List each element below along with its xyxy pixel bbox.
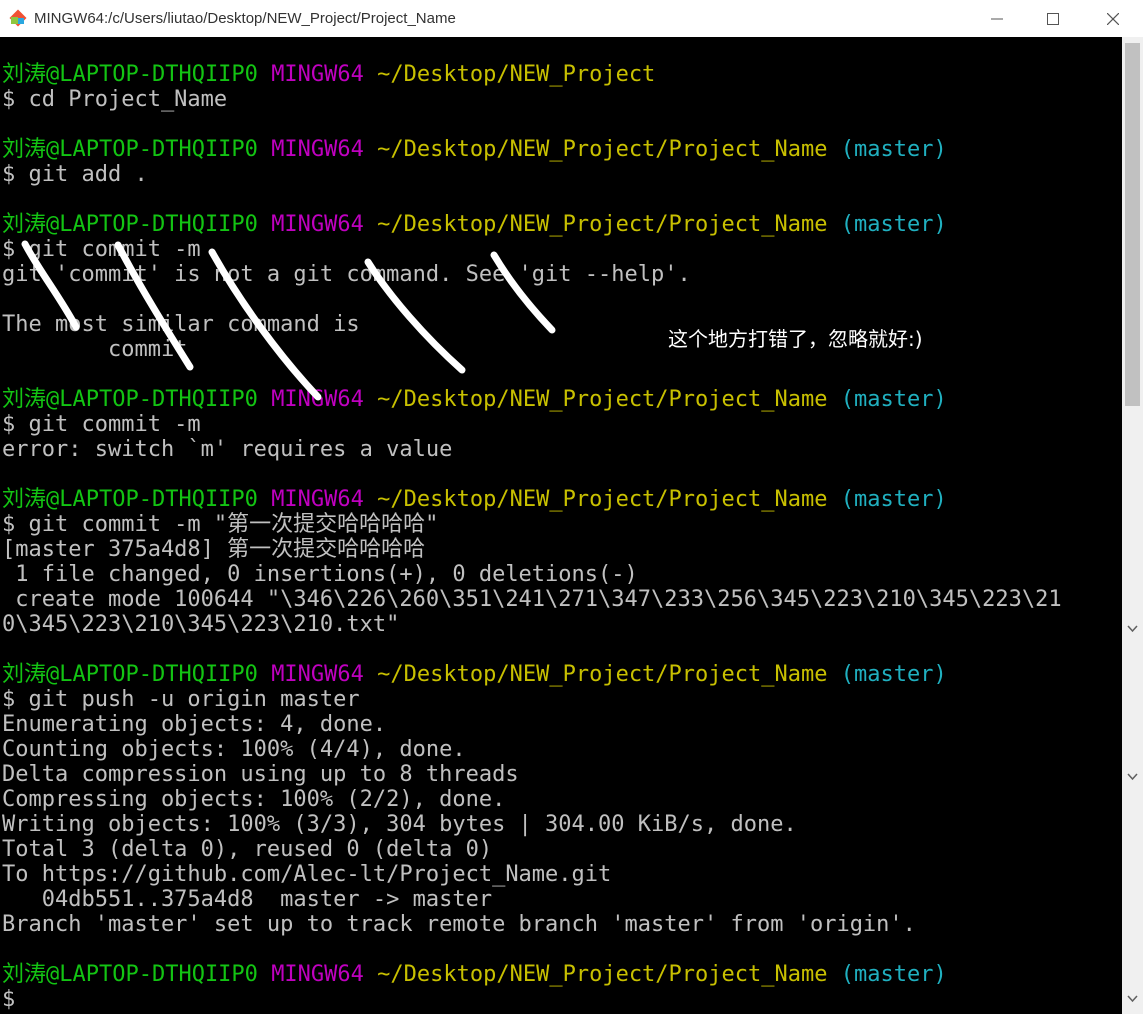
prompt-user: 刘涛@LAPTOP-DTHQIIP0 bbox=[2, 962, 258, 987]
prompt-line: 刘涛@LAPTOP-DTHQIIP0 MINGW64 ~/Desktop/NEW… bbox=[2, 212, 1062, 237]
prompt-host: MINGW64 bbox=[271, 137, 364, 162]
minimize-button[interactable] bbox=[974, 0, 1020, 37]
prompt-user: 刘涛@LAPTOP-DTHQIIP0 bbox=[2, 662, 258, 687]
output-line: Compressing objects: 100% (2/2), done. bbox=[2, 787, 506, 812]
prompt-branch: (master) bbox=[840, 387, 947, 412]
prompt-branch: (master) bbox=[840, 212, 947, 237]
close-icon bbox=[1107, 12, 1119, 25]
output-line: Enumerating objects: 4, done. bbox=[2, 712, 387, 737]
prompt-path: ~/Desktop/NEW_Project/Project_Name bbox=[377, 137, 828, 162]
prompt-host: MINGW64 bbox=[271, 662, 364, 687]
prompt-branch: (master) bbox=[840, 137, 947, 162]
prompt-line: 刘涛@LAPTOP-DTHQIIP0 MINGW64 ~/Desktop/NEW… bbox=[2, 137, 1062, 162]
vertical-scrollbar[interactable] bbox=[1122, 37, 1143, 1014]
prompt-path: ~/Desktop/NEW_Project/Project_Name bbox=[377, 487, 828, 512]
prompt-line: 刘涛@LAPTOP-DTHQIIP0 MINGW64 ~/Desktop/NEW… bbox=[2, 662, 1062, 687]
output-line: 0\345\223\210\345\223\210.txt" bbox=[2, 612, 400, 637]
terminal-output[interactable]: 刘涛@LAPTOP-DTHQIIP0 MINGW64 ~/Desktop/NEW… bbox=[0, 37, 1122, 1014]
prompt-path: ~/Desktop/NEW_Project/Project_Name bbox=[377, 662, 828, 687]
prompt-line: 刘涛@LAPTOP-DTHQIIP0 MINGW64 ~/Desktop/NEW… bbox=[2, 62, 1062, 87]
minimize-icon bbox=[991, 18, 1003, 19]
prompt-path: ~/Desktop/NEW_Project/Project_Name bbox=[377, 212, 828, 237]
title-bar[interactable]: MINGW64:/c/Users/liutao/Desktop/NEW_Proj… bbox=[0, 0, 1143, 37]
prompt-branch: (master) bbox=[840, 487, 947, 512]
command-line: $ git commit -m bbox=[2, 237, 201, 262]
output-line: Branch 'master' set up to track remote b… bbox=[2, 912, 916, 937]
output-line: Total 3 (delta 0), reused 0 (delta 0) bbox=[2, 837, 493, 862]
output-line: 04db551..375a4d8 master -> master bbox=[2, 887, 493, 912]
output-line: error: switch `m' requires a value bbox=[2, 437, 453, 462]
prompt-line: 刘涛@LAPTOP-DTHQIIP0 MINGW64 ~/Desktop/NEW… bbox=[2, 387, 1062, 412]
command-line: $ git push -u origin master bbox=[2, 687, 360, 712]
scroll-down-icon[interactable] bbox=[1126, 992, 1139, 1005]
prompt-path: ~/Desktop/NEW_Project/Project_Name bbox=[377, 962, 828, 987]
output-line: 1 file changed, 0 insertions(+), 0 delet… bbox=[2, 562, 638, 587]
maximize-icon bbox=[1047, 12, 1059, 25]
command-line: $ git commit -m "第一次提交哈哈哈哈" bbox=[2, 512, 439, 537]
prompt-line: 刘涛@LAPTOP-DTHQIIP0 MINGW64 ~/Desktop/NEW… bbox=[2, 962, 1062, 987]
output-line: [master 375a4d8] 第一次提交哈哈哈哈 bbox=[2, 537, 426, 562]
prompt-user: 刘涛@LAPTOP-DTHQIIP0 bbox=[2, 487, 258, 512]
git-bash-icon bbox=[9, 9, 27, 27]
close-button[interactable] bbox=[1090, 0, 1136, 37]
annotation-note: 这个地方打错了，忽略就好:) bbox=[668, 327, 923, 351]
scroll-down-icon[interactable] bbox=[1126, 770, 1139, 783]
prompt-branch: (master) bbox=[840, 962, 947, 987]
command-line: $ cd Project_Name bbox=[2, 87, 228, 112]
scrollbar-thumb[interactable] bbox=[1125, 43, 1140, 406]
prompt-branch: (master) bbox=[840, 662, 947, 687]
command-line: $ git commit -m bbox=[2, 412, 201, 437]
prompt-user: 刘涛@LAPTOP-DTHQIIP0 bbox=[2, 212, 258, 237]
output-line: Counting objects: 100% (4/4), done. bbox=[2, 737, 466, 762]
prompt-host: MINGW64 bbox=[271, 387, 364, 412]
terminal-window: MINGW64:/c/Users/liutao/Desktop/NEW_Proj… bbox=[0, 0, 1143, 1014]
command-line: $ git add . bbox=[2, 162, 148, 187]
output-line: git 'commit' is not a git command. See '… bbox=[2, 262, 691, 287]
prompt-user: 刘涛@LAPTOP-DTHQIIP0 bbox=[2, 387, 258, 412]
prompt-path: ~/Desktop/NEW_Project bbox=[377, 62, 656, 87]
output-line: Delta compression using up to 8 threads bbox=[2, 762, 519, 787]
prompt-path: ~/Desktop/NEW_Project/Project_Name bbox=[377, 387, 828, 412]
scroll-down-icon[interactable] bbox=[1126, 622, 1139, 635]
prompt-user: 刘涛@LAPTOP-DTHQIIP0 bbox=[2, 62, 258, 87]
maximize-button[interactable] bbox=[1030, 0, 1076, 37]
prompt-host: MINGW64 bbox=[271, 487, 364, 512]
prompt-line: 刘涛@LAPTOP-DTHQIIP0 MINGW64 ~/Desktop/NEW… bbox=[2, 487, 1062, 512]
cursor-line[interactable]: $ bbox=[2, 987, 1062, 1012]
prompt-host: MINGW64 bbox=[271, 962, 364, 987]
output-line: To https://github.com/Alec-lt/Project_Na… bbox=[2, 862, 612, 887]
prompt-host: MINGW64 bbox=[271, 62, 364, 87]
prompt-user: 刘涛@LAPTOP-DTHQIIP0 bbox=[2, 137, 258, 162]
window-title: MINGW64:/c/Users/liutao/Desktop/NEW_Proj… bbox=[34, 10, 456, 27]
output-line: Writing objects: 100% (3/3), 304 bytes |… bbox=[2, 812, 797, 837]
prompt-host: MINGW64 bbox=[271, 212, 364, 237]
output-line: create mode 100644 "\346\226\260\351\241… bbox=[2, 587, 1062, 612]
